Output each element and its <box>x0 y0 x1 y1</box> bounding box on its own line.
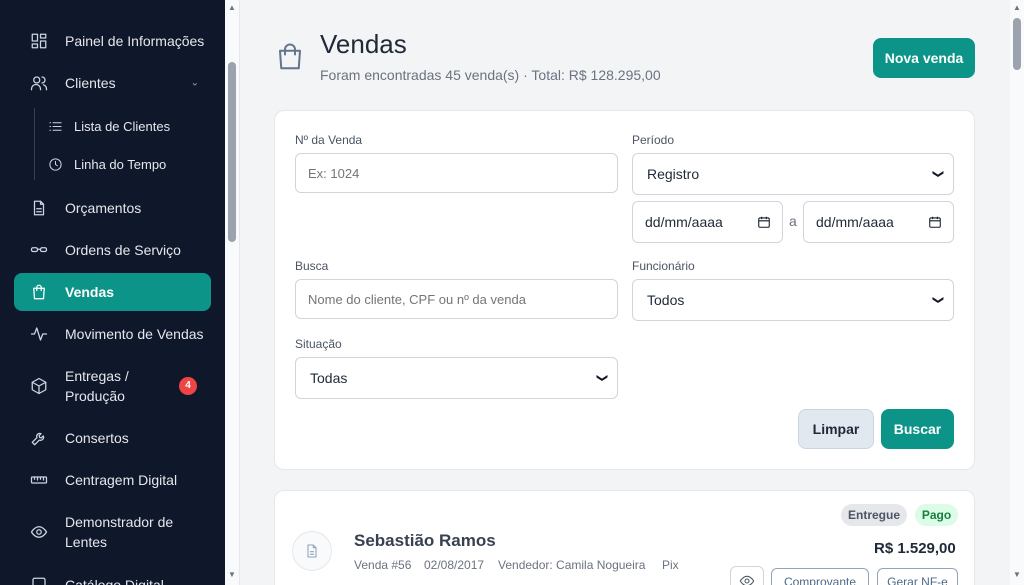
sidebar-item-label: Clientes <box>65 75 116 91</box>
sidebar-item-label: Demonstrador de Lentes <box>65 514 174 550</box>
sidebar-item-lens-demo[interactable]: Demonstrador de Lentes <box>14 508 211 556</box>
status-select[interactable]: Todas ❯ <box>295 357 618 399</box>
sale-total: R$ 1.529,00 <box>874 540 956 557</box>
dashboard-icon <box>28 30 50 52</box>
employee-select-value: Todos <box>647 292 685 308</box>
sidebar-item-label: Catálogo Digital <box>65 577 164 585</box>
sale-number-label: Nº da Venda <box>295 133 363 147</box>
scrollbar-thumb[interactable] <box>228 62 236 242</box>
sidebar-item-dashboard[interactable]: Painel de Informações <box>14 22 211 60</box>
page-subtitle: Foram encontradas 45 venda(s) · Total: R… <box>320 67 661 83</box>
sale-date: 02/08/2017 <box>424 558 485 572</box>
search-button[interactable]: Buscar <box>881 409 954 449</box>
new-sale-button[interactable]: Nova venda <box>873 38 975 78</box>
sidebar-item-client-list[interactable]: Lista de Clientes <box>48 116 170 136</box>
sidebar-item-service-orders[interactable]: Ordens de Serviço <box>14 231 211 269</box>
sidebar-item-label: Entregas / Produção <box>65 368 129 404</box>
eye-icon <box>28 521 50 543</box>
ruler-icon <box>28 469 50 491</box>
sidebar-item-deliveries[interactable]: Entregas / Produção 4 <box>14 362 211 410</box>
sidebar-item-label: Linha do Tempo <box>74 156 167 172</box>
payment-status-badge: Pago <box>915 504 958 526</box>
date-from-input[interactable]: dd/mm/aaaa <box>632 201 783 243</box>
sidebar-item-label: Movimento de Vendas <box>65 326 204 342</box>
date-from-value: dd/mm/aaaa <box>645 214 723 230</box>
calendar-icon[interactable] <box>928 215 942 229</box>
sidebar-item-label: Vendas <box>65 284 115 300</box>
date-to-value: dd/mm/aaaa <box>816 214 894 230</box>
chevron-down-icon: ❯ <box>931 169 944 179</box>
period-select[interactable]: Registro ❯ <box>632 153 954 195</box>
employee-select[interactable]: Todos ❯ <box>632 279 954 321</box>
sidebar-item-label: Centragem Digital <box>65 472 178 488</box>
payment-method: Pix <box>662 558 679 572</box>
date-to-input[interactable]: dd/mm/aaaa <box>803 201 954 243</box>
sidebar-item-sales-movement[interactable]: Movimento de Vendas <box>14 315 211 353</box>
employee-label: Funcionário <box>632 259 695 273</box>
shopping-bag-icon <box>28 281 50 303</box>
sidebar-item-label: Painel de Informações <box>65 33 205 49</box>
sidebar-item-label: Orçamentos <box>65 200 142 216</box>
page-scrollbar[interactable]: ▲ ▼ <box>1010 0 1024 585</box>
list-icon <box>48 118 64 134</box>
sidebar-item-label: Consertos <box>65 430 129 446</box>
wrench-icon <box>28 427 50 449</box>
sidebar-item-budgets[interactable]: Orçamentos <box>14 189 211 227</box>
sidebar-scrollbar[interactable]: ▲ ▼ <box>225 0 240 585</box>
receipt-button[interactable]: Comprovante <box>771 568 869 585</box>
sidebar-item-sales[interactable]: Vendas <box>14 273 211 311</box>
sidebar-item-label: Ordens de Serviço <box>65 242 181 258</box>
customer-name: Sebastião Ramos <box>354 531 496 550</box>
period-select-value: Registro <box>647 166 700 182</box>
sidebar-item-catalog[interactable]: Catálogo Digital <box>14 566 211 585</box>
search-input[interactable] <box>295 279 618 319</box>
filters-panel: Nº da Venda Período Registro ❯ dd/mm/aaa… <box>274 110 975 470</box>
scroll-up-arrow[interactable]: ▲ <box>228 3 236 12</box>
book-icon <box>28 574 50 585</box>
sidebar-item-timeline[interactable]: Linha do Tempo <box>48 154 166 174</box>
page-title: Vendas <box>320 29 407 59</box>
date-range-separator: a <box>789 213 797 229</box>
status-label: Situação <box>295 337 342 351</box>
chevron-down-icon: ❯ <box>931 295 944 305</box>
generate-nfe-button[interactable]: Gerar NF-e <box>877 568 958 585</box>
sidebar: Painel de Informações Clientes ⌄ Lista d… <box>0 0 225 585</box>
clear-button[interactable]: Limpar <box>798 409 874 449</box>
submenu-line <box>34 108 35 180</box>
delivery-status-badge: Entregue <box>841 504 907 526</box>
main-content: Vendas Foram encontradas 45 venda(s) · T… <box>240 0 1010 585</box>
notification-badge: 4 <box>179 377 197 395</box>
sidebar-item-clients[interactable]: Clientes ⌄ <box>14 64 211 102</box>
search-label: Busca <box>295 259 329 273</box>
scrollbar-thumb[interactable] <box>1013 18 1021 70</box>
calendar-icon[interactable] <box>757 215 771 229</box>
status-select-value: Todas <box>310 370 348 386</box>
package-icon <box>28 375 50 397</box>
sale-number-input[interactable] <box>295 153 618 193</box>
chevron-down-icon[interactable]: ⌄ <box>191 78 199 89</box>
sidebar-item-repairs[interactable]: Consertos <box>14 419 211 457</box>
scroll-down-arrow[interactable]: ▼ <box>228 570 236 579</box>
shopping-bag-icon <box>275 42 305 72</box>
glasses-icon <box>28 239 50 261</box>
sale-card[interactable]: Sebastião Ramos Venda #56 02/08/2017 Ven… <box>274 490 975 585</box>
view-sale-button[interactable] <box>730 566 764 585</box>
sidebar-item-digital-centering[interactable]: Centragem Digital <box>14 461 211 499</box>
eye-icon <box>739 573 755 585</box>
chevron-down-icon: ❯ <box>595 373 608 383</box>
users-icon <box>28 72 50 94</box>
scroll-down-arrow[interactable]: ▼ <box>1013 570 1021 579</box>
document-icon <box>28 197 50 219</box>
document-icon <box>292 531 332 571</box>
sale-seller: Vendedor: Camila Nogueira <box>498 558 646 572</box>
sidebar-item-label: Lista de Clientes <box>74 118 171 134</box>
period-label: Período <box>632 133 675 147</box>
scroll-up-arrow[interactable]: ▲ <box>1013 3 1021 12</box>
activity-icon <box>28 323 50 345</box>
clock-icon <box>48 156 64 172</box>
sale-number: Venda #56 <box>354 558 412 572</box>
